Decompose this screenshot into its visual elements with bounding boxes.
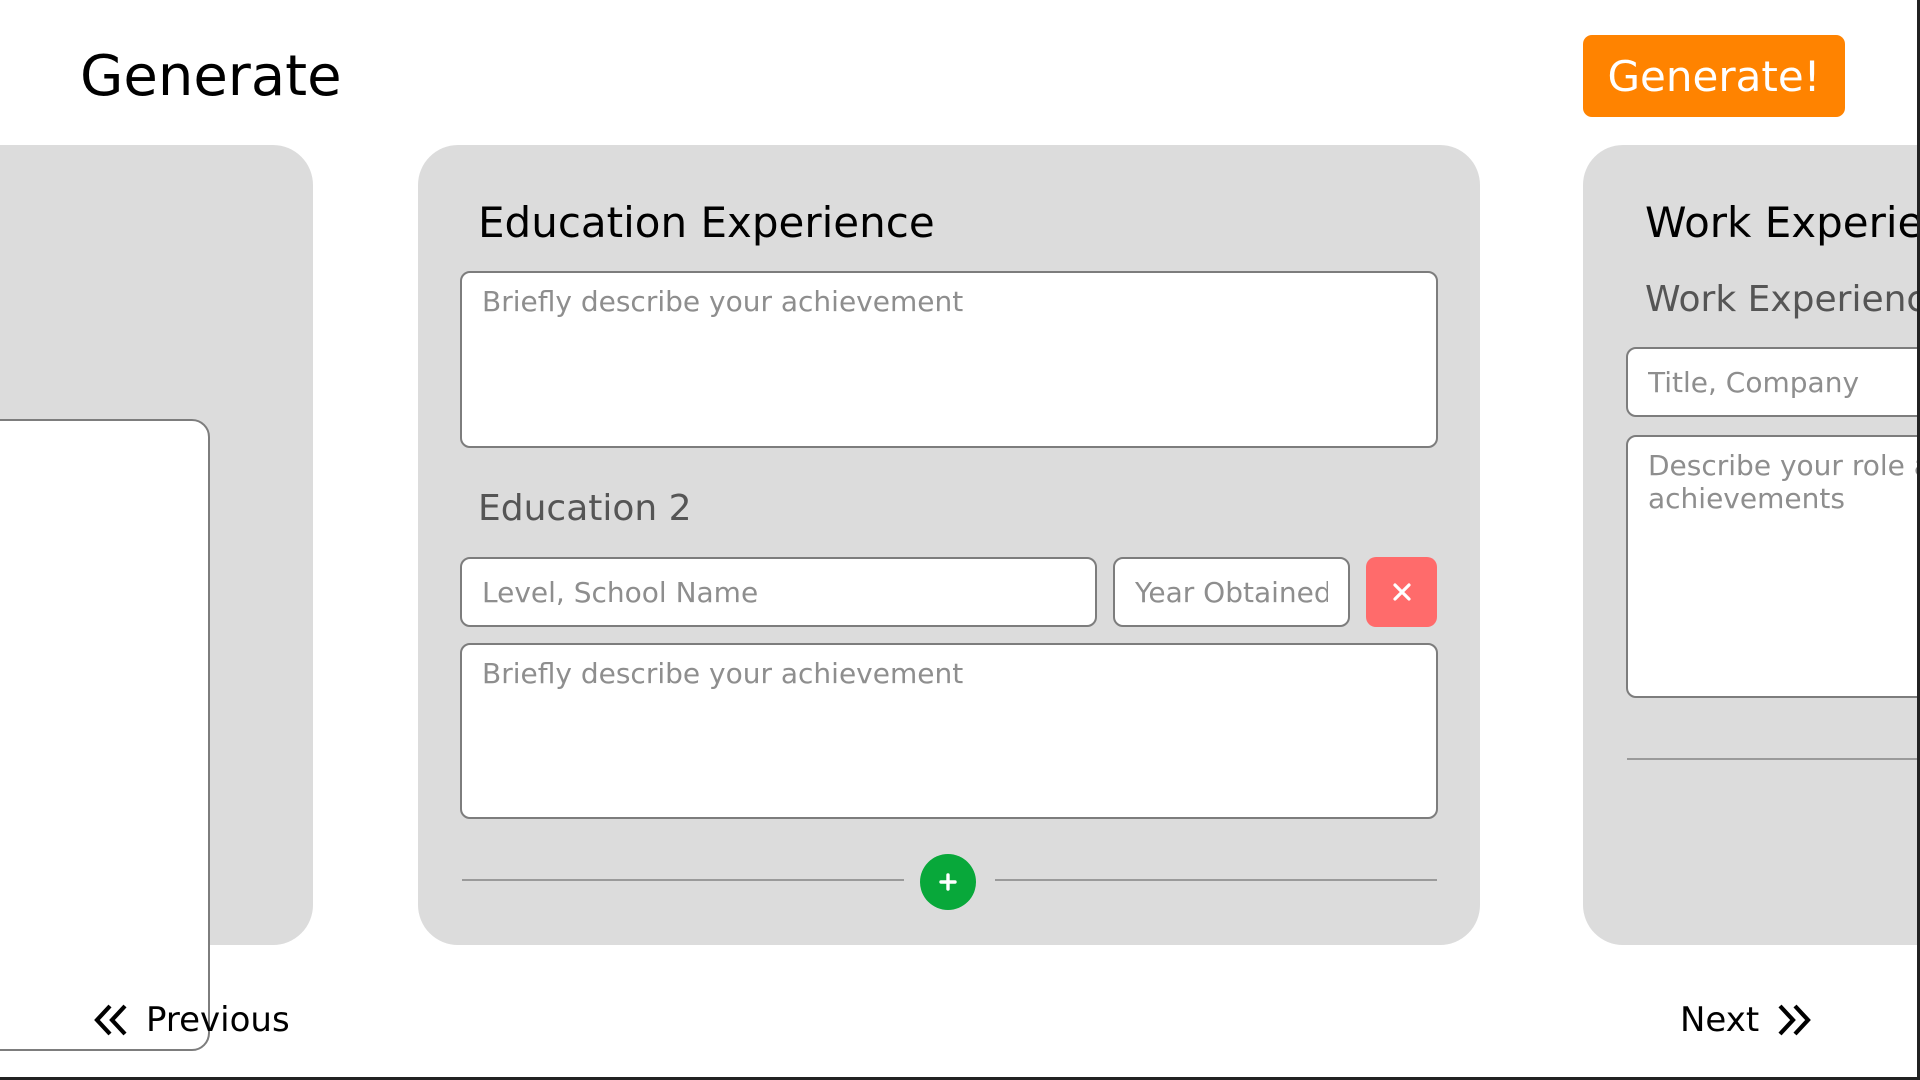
work-section-title: Work Experience [1645, 198, 1920, 247]
previous-label: Previous [146, 1000, 290, 1040]
education-2-label: Education 2 [478, 488, 692, 529]
delete-education-2-button[interactable] [1366, 557, 1437, 627]
work-1-title-field[interactable] [1626, 347, 1920, 417]
generate-page: Generate Generate! Education Experience … [0, 0, 1920, 1080]
work-1-label: Work Experience [1645, 279, 1920, 320]
education-1-achievement-field[interactable] [460, 271, 1438, 448]
education-2-year-field[interactable] [1113, 557, 1350, 627]
work-1-role-field[interactable] [1626, 435, 1920, 698]
work-card: Work Experience Work Experience [1583, 145, 1920, 945]
plus-icon [939, 873, 957, 891]
double-chevron-left-icon [94, 1004, 127, 1036]
previous-button[interactable]: Previous [92, 1000, 290, 1040]
education-2-school-field[interactable] [460, 557, 1097, 627]
add-divider-right [995, 879, 1437, 881]
work-divider [1627, 758, 1920, 760]
education-section-title: Education Experience [478, 198, 935, 247]
close-icon [1392, 583, 1411, 601]
page-title: Generate [80, 44, 342, 109]
previous-card-textarea[interactable] [0, 419, 210, 1051]
next-button[interactable]: Next [1680, 1000, 1813, 1040]
add-education-button[interactable] [920, 854, 976, 910]
education-2-achievement-field[interactable] [460, 643, 1438, 819]
add-divider-left [462, 879, 904, 881]
double-chevron-right-icon [1778, 1004, 1812, 1036]
previous-card [0, 145, 313, 1051]
generate-button[interactable]: Generate! [1583, 35, 1845, 117]
education-card: Education Experience Education 2 [418, 145, 1480, 945]
next-label: Next [1680, 1000, 1760, 1040]
